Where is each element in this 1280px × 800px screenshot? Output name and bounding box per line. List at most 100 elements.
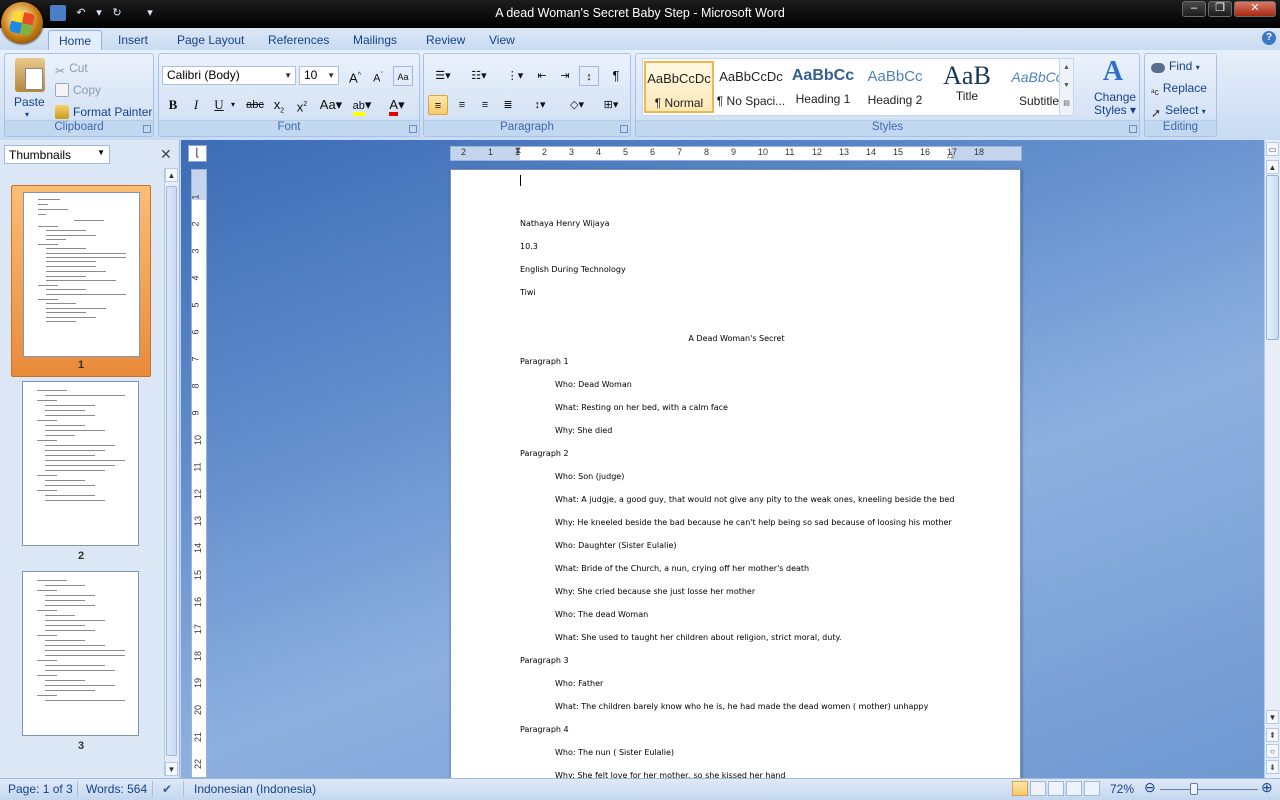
styles-launcher-icon[interactable] <box>1129 125 1137 133</box>
close-button[interactable]: ✕ <box>1234 1 1276 17</box>
bullets-icon[interactable]: ☰▾ <box>428 66 458 86</box>
show-formatting-icon[interactable]: ¶ <box>606 66 626 86</box>
align-left-icon[interactable]: ≡ <box>428 95 448 115</box>
numbering-icon[interactable]: ☷▾ <box>464 66 494 86</box>
draft-view-icon[interactable] <box>1084 781 1100 796</box>
horizontal-ruler[interactable]: ⧗ △ 2 1 1 2 3 4 5 6 7 8 9 10 11 12 13 14 15 16 17 18 <box>450 145 1022 161</box>
office-button[interactable] <box>1 2 43 44</box>
italic-icon[interactable]: I <box>186 95 206 115</box>
style-heading-2[interactable]: AaBbCc Heading 2 <box>860 61 930 113</box>
nav-view-select[interactable]: Thumbnails ▼ <box>4 145 110 164</box>
undo-dropdown-icon[interactable]: ▾ <box>96 5 102 21</box>
cut-button[interactable]: ✂ Cut <box>55 59 88 78</box>
tab-insert[interactable]: Insert <box>108 30 158 50</box>
change-styles-button[interactable]: Change Styles ▾ <box>1094 91 1136 117</box>
font-name-combo[interactable]: Calibri (Body) ▼ <box>162 66 296 85</box>
find-button[interactable]: Find ▾ <box>1151 57 1200 77</box>
subscript-icon[interactable]: x2 <box>269 95 289 115</box>
outline-view-icon[interactable] <box>1066 781 1082 796</box>
help-icon[interactable]: ? <box>1262 31 1276 45</box>
clipboard-launcher-icon[interactable] <box>143 125 151 133</box>
grow-font-icon[interactable]: A^ <box>345 66 365 86</box>
close-icon[interactable]: ✕ <box>160 146 172 163</box>
align-right-icon[interactable]: ≡ <box>475 95 495 115</box>
change-case-icon[interactable]: Aa▾ <box>317 95 345 115</box>
strikethrough-icon[interactable]: abc <box>245 95 265 115</box>
full-screen-reading-view-icon[interactable] <box>1030 781 1046 796</box>
word-count[interactable]: Words: 564 <box>86 782 147 796</box>
style-title[interactable]: AaB Title <box>932 61 1002 113</box>
paste-button[interactable]: Paste <box>14 93 45 111</box>
thumbnails-scrollbar[interactable]: ▲ ▼ <box>164 168 178 776</box>
borders-icon[interactable]: ⊞▾ <box>596 95 626 115</box>
document-scroll-thumb[interactable] <box>1266 175 1279 340</box>
previous-page-icon[interactable]: ⇞ <box>1266 728 1279 742</box>
minimize-button[interactable]: ‒ <box>1182 1 1206 17</box>
multilevel-list-icon[interactable]: ⋮▾ <box>500 66 530 86</box>
paste-icon[interactable] <box>15 58 45 92</box>
align-center-icon[interactable]: ≡ <box>452 95 472 115</box>
tab-view[interactable]: View <box>479 30 525 50</box>
next-page-icon[interactable]: ⇟ <box>1266 760 1279 774</box>
proofing-icon[interactable]: ✔ <box>162 782 172 796</box>
style-heading-1[interactable]: AaBbCc Heading 1 <box>788 61 858 113</box>
font-color-icon[interactable]: A▾ <box>384 95 410 116</box>
style-normal[interactable]: AaBbCcDc ¶ Normal <box>644 61 714 113</box>
scroll-down-icon[interactable]: ▼ <box>165 762 178 776</box>
gallery-more-icon[interactable]: ▤ <box>1060 95 1073 113</box>
page-thumbnail-3[interactable]: 3 <box>11 565 151 757</box>
scroll-up-icon[interactable]: ▲ <box>165 168 178 182</box>
font-launcher-icon[interactable] <box>409 125 417 133</box>
tab-home[interactable]: Home <box>48 30 102 50</box>
zoom-out-icon[interactable]: ⊖ <box>1144 779 1156 796</box>
justify-icon[interactable]: ≣ <box>498 95 518 115</box>
zoom-slider[interactable] <box>1160 789 1258 790</box>
ruler-toggle-icon[interactable]: ▭ <box>1266 142 1279 156</box>
undo-icon[interactable]: ↶ <box>73 5 89 21</box>
font-size-combo[interactable]: 10 ▼ <box>299 66 339 85</box>
customize-qat-icon[interactable]: ▾ <box>142 5 158 21</box>
print-layout-view-icon[interactable] <box>1012 781 1028 796</box>
thumbnails-scroll-thumb[interactable] <box>166 186 177 756</box>
gallery-down-icon[interactable]: ▼ <box>1060 77 1073 95</box>
gallery-up-icon[interactable]: ▲ <box>1060 59 1073 77</box>
zoom-in-icon[interactable]: ⊕ <box>1261 779 1273 796</box>
decrease-indent-icon[interactable]: ⇤ <box>532 66 552 86</box>
paragraph-launcher-icon[interactable] <box>620 125 628 133</box>
scroll-up-icon[interactable]: ▲ <box>1266 160 1279 174</box>
zoom-slider-knob[interactable] <box>1190 783 1198 795</box>
increase-indent-icon[interactable]: ⇥ <box>555 66 575 86</box>
language[interactable]: Indonesian (Indonesia) <box>194 782 316 796</box>
scroll-down-icon[interactable]: ▼ <box>1266 710 1279 724</box>
tab-selector-icon[interactable]: ⌊ <box>188 145 207 162</box>
highlight-icon[interactable]: ab▾ <box>349 95 375 116</box>
tab-references[interactable]: References <box>258 30 339 50</box>
style-no-spacing[interactable]: AaBbCcDc ¶ No Spaci... <box>716 61 786 113</box>
change-styles-icon[interactable]: A <box>1098 58 1128 86</box>
tab-mailings[interactable]: Mailings <box>343 30 407 50</box>
copy-button[interactable]: Copy <box>55 81 101 99</box>
select-button[interactable]: ➚ Select ▾ <box>1151 101 1206 121</box>
document-page[interactable]: Nathaya Henry Wijaya 10.3 English During T… <box>450 169 1021 778</box>
page-thumbnail-2[interactable]: 2 <box>11 375 151 567</box>
tab-review[interactable]: Review <box>416 30 475 50</box>
superscript-icon[interactable]: x2 <box>292 95 312 115</box>
sort-icon[interactable]: ↕ <box>579 66 599 86</box>
document-scrollbar[interactable]: ▭ ▲ ▼ ⇞ ○ ⇟ <box>1264 140 1280 778</box>
shrink-font-icon[interactable]: Aˇ <box>368 66 388 86</box>
replace-button[interactable]: ᵃc Replace <box>1151 79 1207 97</box>
redo-icon[interactable]: ↻ <box>109 5 125 21</box>
format-painter-button[interactable]: Format Painter <box>55 103 152 121</box>
line-spacing-icon[interactable]: ↕▾ <box>525 95 555 115</box>
underline-icon[interactable]: U <box>209 95 229 115</box>
tab-page-layout[interactable]: Page Layout <box>167 30 254 50</box>
restore-button[interactable]: ❐ <box>1208 1 1232 17</box>
page-thumbnail-1[interactable]: 1 <box>11 185 151 377</box>
styles-gallery-scroll[interactable]: ▲ ▼ ▤ <box>1059 59 1073 115</box>
zoom-level[interactable]: 72% <box>1110 782 1134 796</box>
shading-icon[interactable]: ◇▾ <box>562 95 592 115</box>
web-layout-view-icon[interactable] <box>1048 781 1064 796</box>
save-icon[interactable] <box>50 5 66 21</box>
bold-icon[interactable]: B <box>163 95 183 115</box>
select-browse-object-icon[interactable]: ○ <box>1266 744 1279 758</box>
